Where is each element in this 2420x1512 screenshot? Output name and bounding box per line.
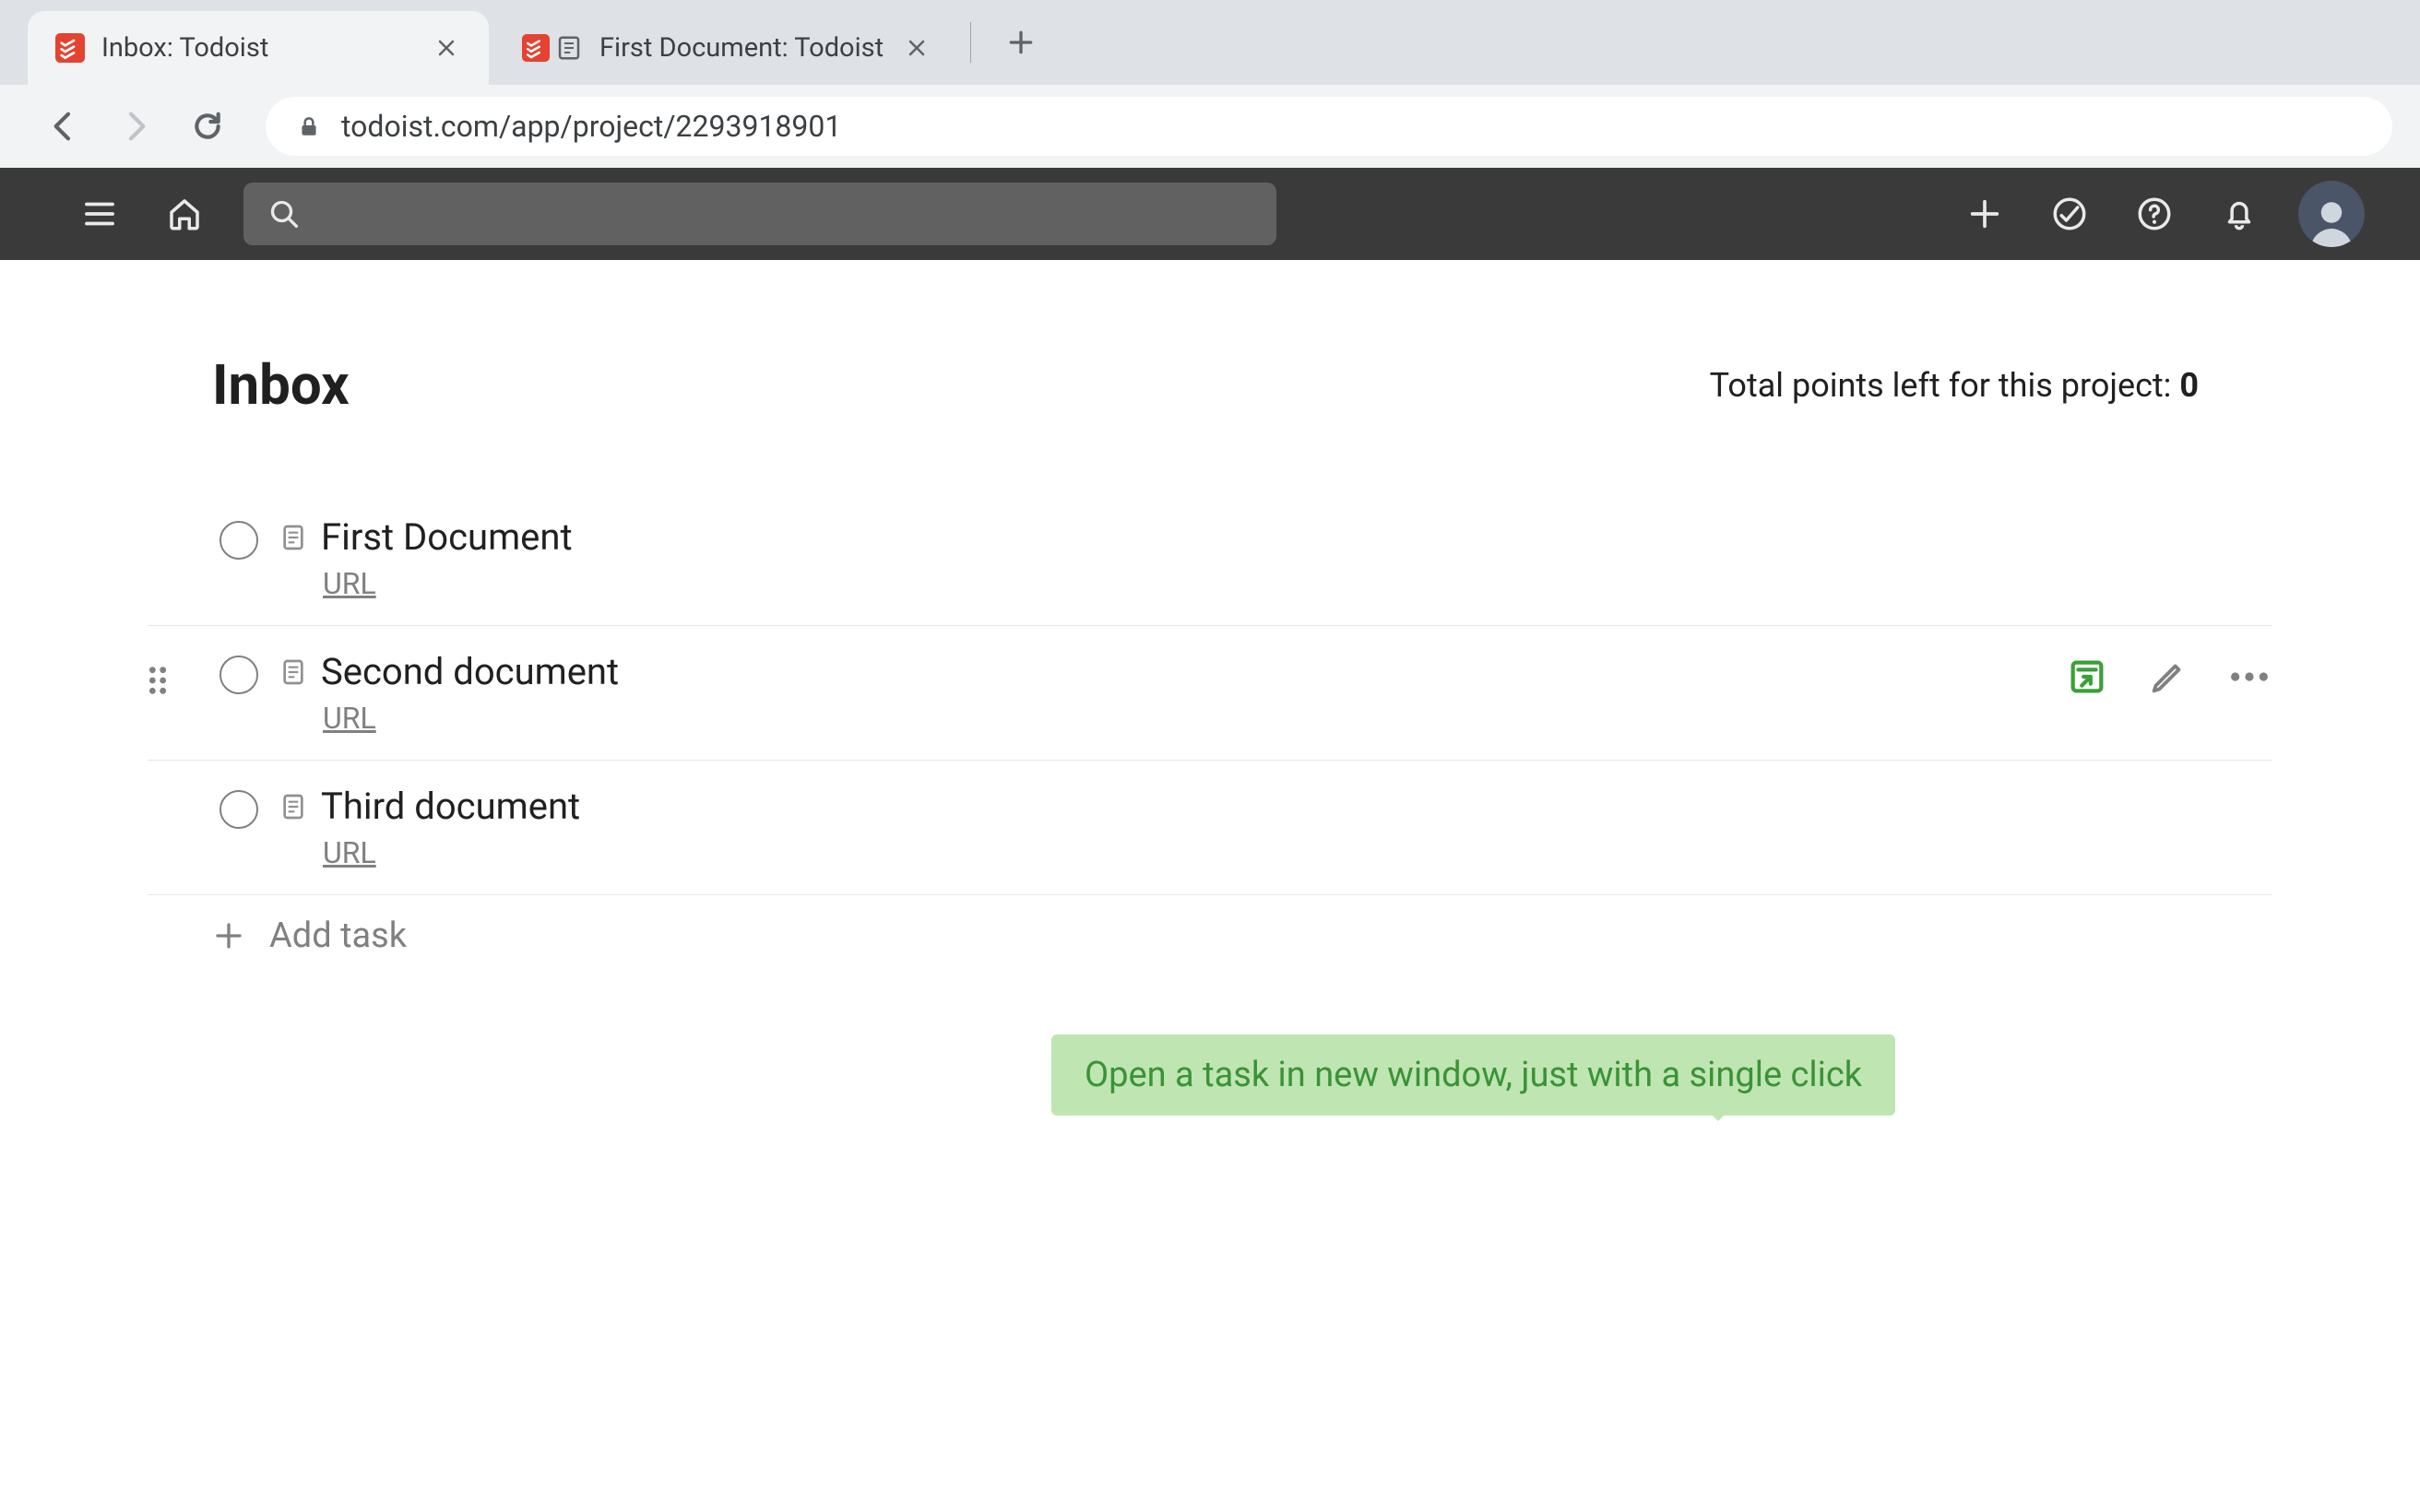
points-prefix: Total points left for this project:	[1710, 366, 2180, 405]
tab-strip: Inbox: Todoist First Document: Todoist	[0, 0, 2420, 85]
browser-tab-active[interactable]: Inbox: Todoist	[28, 11, 489, 85]
task-checkbox[interactable]	[219, 656, 258, 694]
address-bar[interactable]: todoist.com/app/project/2293918901	[266, 97, 2392, 156]
browser-chrome: Inbox: Todoist First Document: Todoist	[0, 0, 2420, 168]
open-in-new-window-button[interactable]	[2064, 654, 2110, 700]
help-button[interactable]	[2129, 188, 2180, 240]
forward-button[interactable]	[109, 100, 162, 153]
task-url[interactable]: URL	[323, 701, 619, 736]
task-url[interactable]: URL	[323, 835, 580, 870]
task-row[interactable]: Second document URL	[148, 626, 2272, 761]
task-url[interactable]: URL	[323, 566, 573, 601]
task-actions	[2064, 654, 2272, 700]
tab-title: First Document: Todoist	[599, 32, 884, 64]
app-topbar	[0, 168, 2420, 260]
task-row[interactable]: First Document URL	[148, 491, 2272, 626]
task-title: First Document	[321, 515, 573, 559]
task-checkbox[interactable]	[219, 521, 258, 560]
task-checkbox[interactable]	[219, 790, 258, 829]
quick-add-button[interactable]	[1959, 188, 2011, 240]
task-list: First Document URL Second document URL	[0, 491, 2420, 895]
add-task-button[interactable]: Add task	[0, 895, 2420, 956]
close-icon[interactable]	[430, 31, 463, 65]
productivity-button[interactable]	[2044, 188, 2095, 240]
new-tab-button[interactable]	[995, 17, 1047, 68]
todoist-icon	[55, 33, 85, 63]
main-content: Inbox Total points left for this project…	[0, 260, 2420, 956]
back-button[interactable]	[37, 100, 90, 153]
avatar[interactable]	[2298, 181, 2365, 247]
edit-button[interactable]	[2145, 654, 2191, 700]
document-icon	[279, 657, 308, 687]
tab-title: Inbox: Todoist	[101, 32, 268, 64]
search-input[interactable]	[243, 183, 1276, 245]
add-task-label: Add task	[269, 915, 407, 956]
tab-favicons	[522, 34, 583, 62]
close-icon[interactable]	[900, 31, 933, 65]
address-bar-row: todoist.com/app/project/2293918901	[0, 85, 2420, 168]
browser-tab-inactive[interactable]: First Document: Todoist	[494, 11, 959, 85]
task-title: Second document	[321, 650, 619, 693]
tooltip-text: Open a task in new window, just with a s…	[1085, 1055, 1862, 1095]
home-button[interactable]	[159, 188, 210, 240]
points-value: 0	[2179, 366, 2199, 405]
task-title: Third document	[321, 785, 580, 828]
tooltip: Open a task in new window, just with a s…	[1051, 1034, 1895, 1116]
url-text: todoist.com/app/project/2293918901	[341, 109, 841, 144]
task-body: Second document URL	[279, 650, 619, 736]
more-button[interactable]	[2226, 654, 2272, 700]
tab-separator	[970, 22, 971, 63]
task-body: Third document URL	[279, 785, 580, 870]
document-icon	[279, 792, 308, 821]
notifications-button[interactable]	[2213, 188, 2265, 240]
lock-icon	[297, 114, 321, 138]
menu-button[interactable]	[74, 188, 125, 240]
drag-handle-icon[interactable]	[146, 665, 170, 696]
header-row: Inbox Total points left for this project…	[0, 352, 2420, 491]
points-summary: Total points left for this project: 0	[1710, 366, 2199, 405]
reload-button[interactable]	[181, 100, 234, 153]
plus-icon	[212, 919, 245, 952]
document-icon	[279, 523, 308, 552]
task-row[interactable]: Third document URL	[148, 761, 2272, 895]
search-icon	[266, 195, 302, 232]
page-title: Inbox	[212, 352, 350, 418]
task-body: First Document URL	[279, 515, 573, 601]
